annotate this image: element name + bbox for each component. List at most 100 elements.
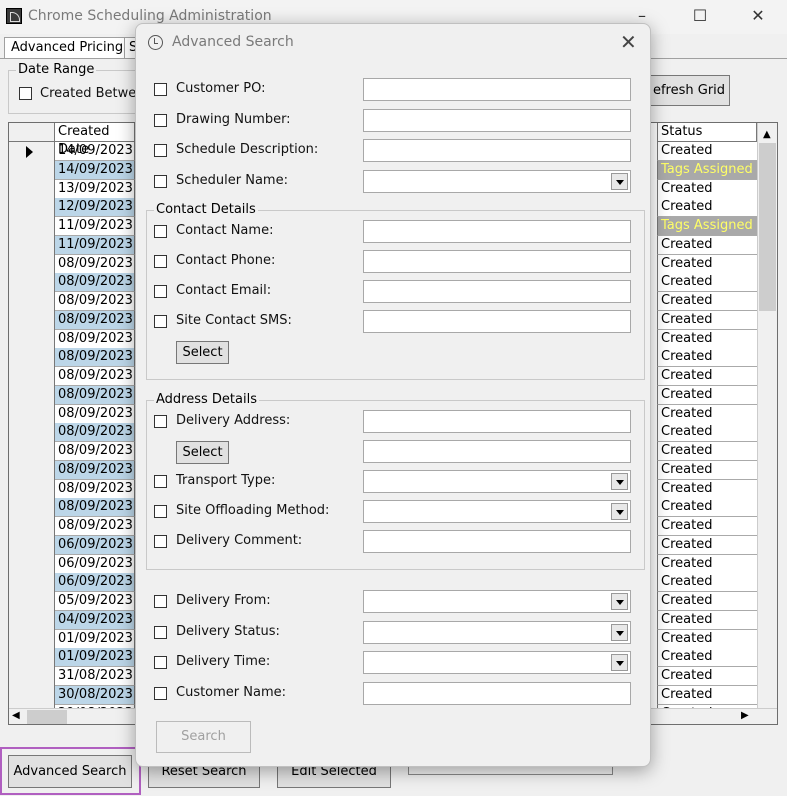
- scroll-thumb[interactable]: [759, 143, 776, 311]
- row-header[interactable]: [9, 273, 55, 294]
- created-between-checkbox[interactable]: [19, 87, 32, 100]
- cell-status[interactable]: Created: [657, 685, 757, 705]
- cell-status[interactable]: Created: [657, 329, 757, 349]
- contact-field-checkbox-1[interactable]: [154, 255, 167, 268]
- cell-status[interactable]: Created: [657, 142, 757, 161]
- close-button[interactable]: ✕: [744, 6, 772, 28]
- contact-select-button[interactable]: Select: [176, 341, 229, 364]
- cell-status[interactable]: Created: [657, 460, 757, 480]
- top-field-checkbox-3[interactable]: [154, 174, 167, 188]
- cell-created-date[interactable]: 14/09/2023: [55, 142, 135, 161]
- cell-status[interactable]: Created: [657, 235, 757, 255]
- row-header[interactable]: [9, 648, 55, 669]
- vertical-scrollbar[interactable]: ▲ ▼: [757, 123, 777, 719]
- row-header[interactable]: [9, 348, 55, 369]
- cell-created-date[interactable]: 08/09/2023: [55, 385, 135, 405]
- dialog-close-icon[interactable]: ✕: [620, 30, 637, 54]
- address-field-checkbox-0[interactable]: [154, 475, 167, 488]
- cell-status[interactable]: Created: [657, 479, 757, 499]
- cell-created-date[interactable]: 08/09/2023: [55, 367, 135, 386]
- cell-status[interactable]: Created: [657, 292, 757, 311]
- cell-status[interactable]: Tags Assigned: [657, 160, 757, 180]
- cell-created-date[interactable]: 06/09/2023: [55, 535, 135, 555]
- bottom-field-dropdown-1[interactable]: [363, 620, 631, 644]
- col-header-created-date[interactable]: Created Date: [55, 123, 135, 157]
- row-header[interactable]: [9, 460, 55, 481]
- cell-created-date[interactable]: 11/09/2023: [55, 235, 135, 255]
- row-header[interactable]: [9, 517, 55, 537]
- maximize-button[interactable]: ☐: [686, 6, 714, 28]
- chevron-down-icon[interactable]: [611, 593, 628, 610]
- row-header[interactable]: [9, 292, 55, 312]
- row-header[interactable]: [9, 329, 55, 350]
- cell-created-date[interactable]: 08/09/2023: [55, 273, 135, 293]
- top-field-input-1[interactable]: [363, 108, 631, 132]
- row-header[interactable]: [9, 160, 55, 181]
- row-header[interactable]: [9, 554, 55, 575]
- cell-status[interactable]: Created: [657, 554, 757, 574]
- cell-status[interactable]: Tags Assigned: [657, 217, 757, 236]
- row-header[interactable]: [9, 592, 55, 612]
- top-field-checkbox-2[interactable]: [154, 144, 167, 157]
- cell-created-date[interactable]: 08/09/2023: [55, 310, 135, 330]
- cell-status[interactable]: Created: [657, 367, 757, 386]
- address-field-checkbox-2[interactable]: [154, 535, 167, 548]
- row-header[interactable]: [9, 310, 55, 331]
- cell-status[interactable]: Created: [657, 610, 757, 630]
- row-header[interactable]: [9, 629, 55, 650]
- contact-field-input-0[interactable]: [363, 220, 631, 243]
- bottom-field-checkbox-3[interactable]: [154, 686, 167, 700]
- row-header[interactable]: [9, 479, 55, 500]
- cell-created-date[interactable]: 08/09/2023: [55, 254, 135, 274]
- cell-created-date[interactable]: 04/09/2023: [55, 610, 135, 630]
- top-field-checkbox-1[interactable]: [154, 113, 167, 127]
- chevron-down-icon[interactable]: [611, 473, 628, 490]
- cell-status[interactable]: Created: [657, 404, 757, 424]
- row-header[interactable]: [9, 235, 55, 256]
- cell-created-date[interactable]: 13/09/2023: [55, 179, 135, 199]
- cell-created-date[interactable]: 08/09/2023: [55, 404, 135, 424]
- contact-field-input-1[interactable]: [363, 250, 631, 273]
- cell-status[interactable]: Created: [657, 648, 757, 668]
- row-header[interactable]: [9, 404, 55, 425]
- cell-created-date[interactable]: 08/09/2023: [55, 292, 135, 311]
- cell-created-date[interactable]: 11/09/2023: [55, 217, 135, 236]
- cell-status[interactable]: Created: [657, 517, 757, 536]
- cell-status[interactable]: Created: [657, 348, 757, 368]
- cell-status[interactable]: Created: [657, 423, 757, 443]
- row-header[interactable]: [9, 442, 55, 462]
- cell-created-date[interactable]: 06/09/2023: [55, 573, 135, 593]
- row-header[interactable]: [9, 385, 55, 406]
- cell-status[interactable]: Created: [657, 310, 757, 330]
- refresh-grid-button[interactable]: efresh Grid: [640, 75, 730, 106]
- top-field-input-0[interactable]: [363, 78, 631, 101]
- row-header[interactable]: [9, 610, 55, 631]
- cell-created-date[interactable]: 08/09/2023: [55, 442, 135, 461]
- row-header[interactable]: [9, 179, 55, 200]
- bottom-field-dropdown-0[interactable]: [363, 590, 631, 613]
- cell-created-date[interactable]: 30/08/2023: [55, 685, 135, 705]
- row-header[interactable]: [9, 423, 55, 444]
- cell-status[interactable]: Created: [657, 498, 757, 518]
- cell-status[interactable]: Created: [657, 629, 757, 649]
- row-header[interactable]: [9, 535, 55, 556]
- top-field-checkbox-0[interactable]: [154, 83, 167, 96]
- top-field-dropdown-3[interactable]: [363, 169, 631, 193]
- row-header[interactable]: [9, 254, 55, 275]
- col-header-status[interactable]: Status: [657, 123, 757, 142]
- cell-status[interactable]: Created: [657, 573, 757, 593]
- row-header[interactable]: [9, 217, 55, 237]
- cell-status[interactable]: Created: [657, 592, 757, 611]
- chevron-down-icon[interactable]: [611, 503, 628, 520]
- bottom-field-dropdown-2[interactable]: [363, 651, 631, 674]
- scroll-left-icon[interactable]: ◀: [12, 710, 20, 721]
- address-field-dropdown-1[interactable]: [363, 500, 631, 523]
- bottom-field-checkbox-0[interactable]: [154, 595, 167, 608]
- chevron-down-icon[interactable]: [611, 623, 628, 641]
- tab-advanced-pricing[interactable]: Advanced Pricing: [4, 37, 131, 59]
- delivery-address-line2-input[interactable]: [363, 440, 631, 463]
- contact-field-input-2[interactable]: [363, 280, 631, 303]
- row-header[interactable]: [9, 198, 55, 219]
- cell-created-date[interactable]: 08/09/2023: [55, 498, 135, 518]
- cell-status[interactable]: Created: [657, 273, 757, 293]
